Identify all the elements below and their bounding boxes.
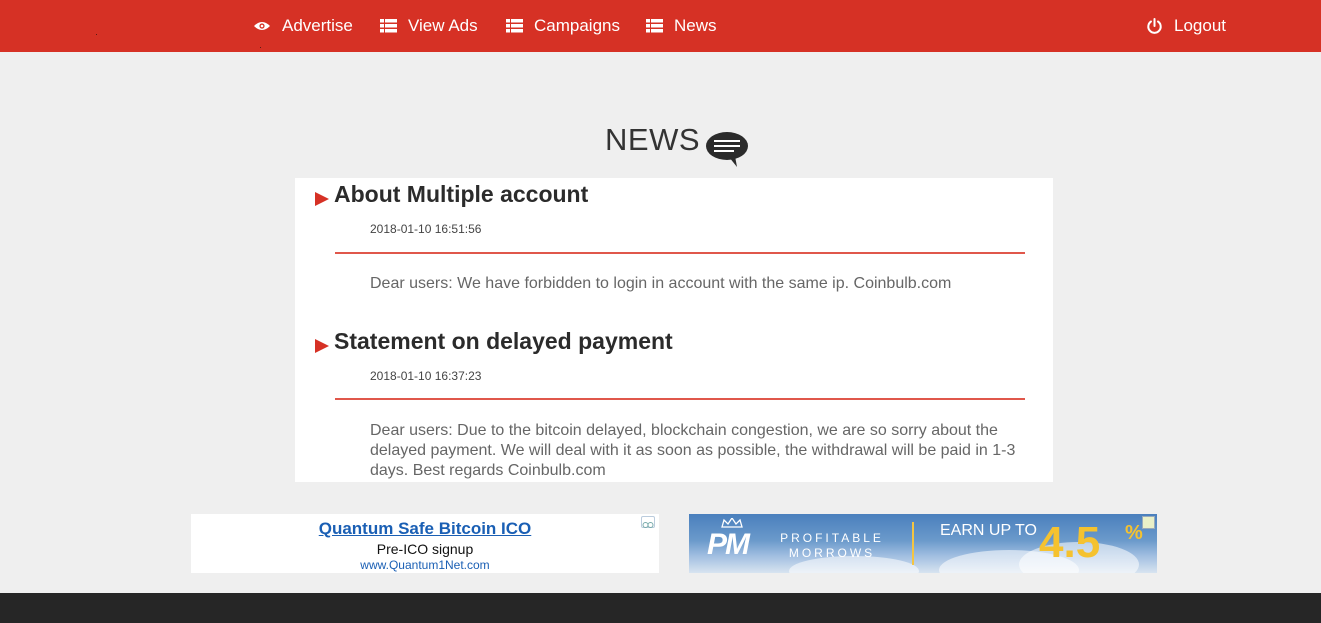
triangle-bullet-icon: [315, 192, 329, 206]
news-title[interactable]: Statement on delayed payment: [334, 328, 673, 355]
news-panel: About Multiple account 2018-01-10 16:51:…: [295, 178, 1053, 482]
image-ad-banner[interactable]: PM PROFITABLE MORROWS EARN UP TO 4.5 %: [689, 514, 1157, 573]
power-icon: [1145, 17, 1163, 35]
ad-brand: PROFITABLE MORROWS: [780, 531, 884, 560]
ad-tagline: EARN UP TO: [940, 522, 1037, 539]
footer: [0, 593, 1321, 623]
ad-percent: %: [1125, 522, 1143, 544]
ad-logo: PM: [707, 528, 750, 561]
nav-advertise-label: Advertise: [282, 16, 353, 35]
nav-campaigns[interactable]: Campaigns: [505, 0, 620, 52]
nav-advertise[interactable]: Advertise: [253, 0, 353, 52]
news-body: Dear users: Due to the bitcoin delayed, …: [370, 422, 1016, 479]
news-title[interactable]: About Multiple account: [334, 181, 588, 208]
triangle-bullet-icon: [315, 339, 329, 353]
logout-button[interactable]: Logout: [1145, 0, 1226, 52]
divider: [335, 398, 1025, 400]
speech-bubble-icon: [706, 132, 748, 167]
news-date: 2018-01-10 16:37:23: [370, 369, 482, 383]
list-icon: [505, 17, 523, 35]
ad-subtitle: Pre-ICO signup: [376, 541, 474, 557]
ad-divider: [912, 522, 914, 565]
ad-info-icon[interactable]: [1142, 516, 1155, 529]
nav-campaigns-label: Campaigns: [534, 16, 620, 35]
ad-url-link[interactable]: www.Quantum1Net.com: [191, 558, 659, 572]
nav-view-ads-label: View Ads: [408, 16, 478, 35]
list-icon: [379, 17, 397, 35]
ad-title-link[interactable]: Quantum Safe Bitcoin ICO: [191, 519, 659, 539]
page-title: NEWS: [605, 122, 700, 157]
ad-rate: 4.5: [1039, 518, 1101, 567]
top-navbar: Advertise View Ads Campaigns News Logout: [0, 0, 1321, 52]
nav-news[interactable]: News: [645, 0, 717, 52]
ad-choices-icon[interactable]: [641, 516, 655, 528]
news-date: 2018-01-10 16:51:56: [370, 222, 482, 236]
crown-icon: [721, 518, 743, 528]
news-body: Dear users: We have forbidden to login i…: [370, 275, 952, 292]
nav-news-label: News: [674, 16, 717, 35]
text-ad-banner[interactable]: Quantum Safe Bitcoin ICO Pre-ICO signup …: [191, 514, 659, 573]
nav-view-ads[interactable]: View Ads: [379, 0, 478, 52]
stray-dot: [96, 34, 97, 35]
logout-label: Logout: [1174, 16, 1226, 35]
list-icon: [645, 17, 663, 35]
divider: [335, 252, 1025, 254]
eye-icon: [253, 17, 271, 35]
